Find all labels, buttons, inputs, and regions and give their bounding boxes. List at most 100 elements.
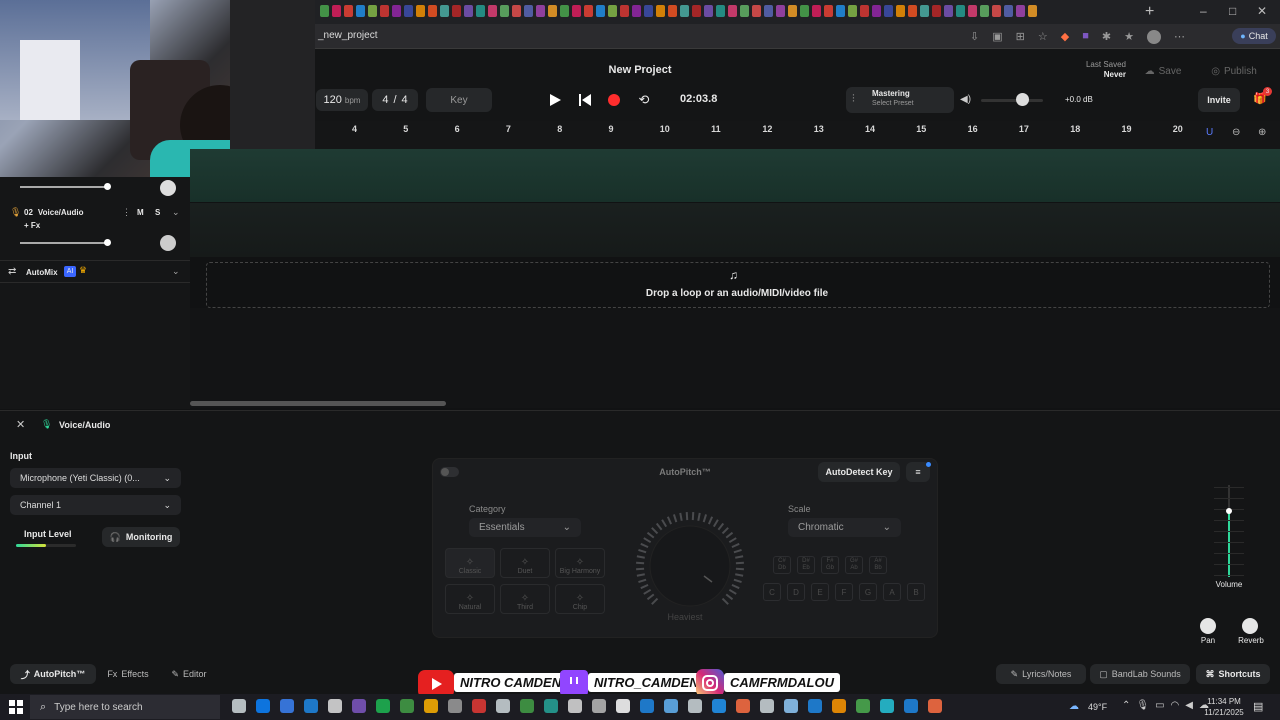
taskbar-app-icon[interactable] [400,699,414,713]
browser-tab[interactable] [512,5,521,17]
browser-tab[interactable] [524,5,533,17]
scale-select[interactable]: Chromatic ⌄ [788,518,901,537]
browser-tab[interactable] [944,5,953,17]
preset-third[interactable]: ✧ Third [500,583,550,614]
preset-classic[interactable]: ✧ Classic [445,548,495,578]
chevron-down-icon[interactable]: ⌄ [172,207,180,218]
channel-select[interactable]: Channel 1 ⌄ [10,495,181,515]
extension-icon[interactable]: ◆ [1061,30,1069,44]
volume-icon[interactable]: ◀ [1185,700,1193,711]
timeline-ruler[interactable] [315,121,1280,149]
extensions-puzzle-icon[interactable]: ✱ [1102,30,1111,44]
browser-tab[interactable] [344,5,353,17]
avatar[interactable] [1146,30,1161,44]
browser-tab[interactable] [788,5,797,17]
taskbar-app-icon[interactable] [280,699,294,713]
taskbar-app-icon[interactable] [232,699,246,713]
taskbar-app-icon[interactable] [592,699,606,713]
taskbar-app-icon[interactable] [808,699,822,713]
browser-tab[interactable] [464,5,473,17]
taskbar-app-icon[interactable] [304,699,318,713]
new-tab-icon[interactable]: + [1145,3,1154,21]
autodetect-key-button[interactable]: AutoDetect Key [818,462,900,482]
browser-tab[interactable] [1004,5,1013,17]
browser-tab[interactable] [920,5,929,17]
browser-tab[interactable] [800,5,809,17]
taskbar-app-icon[interactable] [880,699,894,713]
project-title[interactable]: New Project [560,64,720,76]
browser-tab[interactable] [716,5,725,17]
lyrics-notes-button[interactable]: ✎ Lyrics/Notes [996,664,1086,684]
time-signature[interactable]: 4/4 [372,89,418,111]
taskbar-app-icon[interactable] [640,699,654,713]
accidental-key[interactable]: F# Gb [821,556,839,574]
taskbar-app-icon[interactable] [520,699,534,713]
browser-tab[interactable] [692,5,701,17]
note-key[interactable]: C [763,583,781,601]
browser-tab[interactable] [644,5,653,17]
browser-tab[interactable] [404,5,413,17]
browser-tab[interactable] [680,5,689,17]
add-fx-button[interactable]: + Fx [24,221,40,230]
browser-tab[interactable] [488,5,497,17]
browser-tab[interactable] [608,5,617,17]
tab-effects[interactable]: Fx Effects [100,664,156,684]
browser-tab[interactable] [776,5,785,17]
system-tray[interactable]: ⌃ 🎙 ▭ ◠ ◀ ☁ [1122,700,1209,711]
automix-label[interactable]: AutoMix [26,268,58,277]
track-title[interactable]: 02 Voice/Audio [24,208,84,217]
microphone-tray-icon[interactable]: 🎙 [1136,700,1149,711]
browser-tab[interactable] [380,5,389,17]
track2-volume-handle[interactable] [104,239,111,246]
browser-tab[interactable] [452,5,461,17]
browser-tab[interactable] [908,5,917,17]
favorites-icon[interactable]: ★ [1124,30,1134,44]
mute-button[interactable]: M [137,208,144,217]
taskbar-app-icon[interactable] [784,699,798,713]
browser-tab[interactable] [536,5,545,17]
master-volume-handle[interactable] [1016,93,1029,106]
taskbar-app-icon[interactable] [688,699,702,713]
key-button[interactable]: Key [426,88,492,112]
browser-tab[interactable] [320,5,329,17]
reverb-knob[interactable] [1242,618,1258,634]
browser-tab[interactable] [332,5,341,17]
preset-big-harmony[interactable]: ✧ Big Harmony [555,548,605,578]
track-lane-2[interactable] [190,203,1280,257]
tab-autopitch[interactable]: ⤴ AutoPitch™ [10,664,96,684]
browser-tab[interactable] [968,5,977,17]
taskbar-app-icon[interactable] [568,699,582,713]
taskbar-clock[interactable]: 11:34 PM 11/21/2025 [1198,696,1250,718]
maximize-icon[interactable]: □ [1229,4,1236,18]
cast-icon[interactable]: ▣ [992,30,1002,44]
taskbar-app-icon[interactable] [736,699,750,713]
weather-temp[interactable]: 49°F [1088,702,1107,712]
browser-tab[interactable] [548,5,557,17]
browser-tab[interactable] [896,5,905,17]
browser-tab[interactable] [848,5,857,17]
browser-tab[interactable] [704,5,713,17]
browser-tab[interactable] [812,5,821,17]
apps-icon[interactable]: ⊞ [1016,30,1025,44]
browser-tab[interactable] [740,5,749,17]
drop-zone[interactable] [206,262,1270,308]
browser-tab[interactable] [428,5,437,17]
taskbar-search[interactable]: ⌕ Type here to search [30,695,220,719]
taskbar-app-icon[interactable] [352,699,366,713]
browser-tab[interactable] [884,5,893,17]
browser-tab[interactable] [872,5,881,17]
accidental-key[interactable]: A# Bb [869,556,887,574]
category-select[interactable]: Essentials ⌄ [469,518,581,537]
note-key[interactable]: D [787,583,805,601]
play-button[interactable] [547,92,563,108]
copilot-chat-button[interactable]: ● Chat [1232,28,1276,44]
preset-chip[interactable]: ✧ Chip [555,583,605,614]
taskbar-app-icon[interactable] [832,699,846,713]
track1-volume-slider[interactable] [20,186,108,188]
input-device-select[interactable]: Microphone (Yeti Classic) (0... ⌄ [10,468,181,488]
close-window-icon[interactable]: ✕ [1257,4,1267,18]
browser-tab[interactable] [368,5,377,17]
browser-tab[interactable] [476,5,485,17]
network-icon[interactable]: ▭ [1155,700,1164,711]
zoom-out-icon[interactable]: ⊖ [1232,127,1240,138]
